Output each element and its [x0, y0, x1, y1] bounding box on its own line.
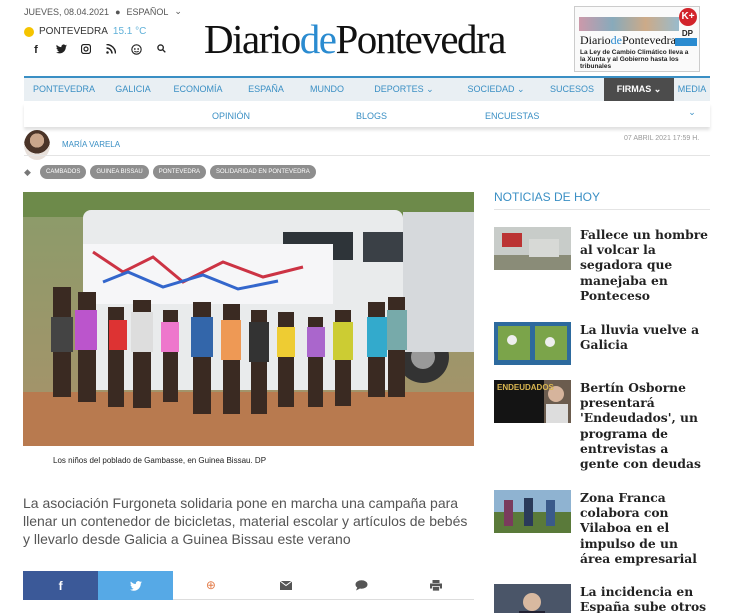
news-thumbnail[interactable] [494, 322, 571, 365]
logo-text-diario: Diario [204, 16, 301, 62]
share-facebook-button[interactable]: f [23, 571, 99, 600]
nav-pontevedra[interactable]: PONTEVEDRA [24, 78, 104, 101]
tag-solidaridad[interactable]: SOLIDARIDAD EN PONTEVEDRA [210, 165, 316, 179]
news-title[interactable]: Zona Franca colabora con Vilaboa en el i… [580, 490, 710, 566]
cover-dp-strip [675, 38, 697, 46]
news-thumbnail[interactable] [494, 227, 571, 270]
cover-dp-label: DP [681, 29, 693, 38]
divider [24, 155, 710, 156]
tag-guinea-bissau[interactable]: GUINEA BISSAU [90, 165, 149, 179]
nav-deportes[interactable]: DEPORTES ⌄ [356, 78, 452, 101]
tag-list: ◆ CAMBADOS GUINEA BISSAU PONTEVEDRA SOLI… [24, 165, 316, 179]
nav-galicia[interactable]: GALICIA [104, 78, 162, 101]
tag-cambados[interactable]: CAMBADOS [40, 165, 87, 179]
news-title[interactable]: Fallece un hombre al volcar la segadora … [580, 227, 710, 303]
site-logo[interactable]: DiariodePontevedra [204, 15, 506, 63]
nav-espana[interactable]: ESPAÑA [234, 78, 298, 101]
news-item[interactable]: La incidencia en España sube otros [494, 584, 710, 613]
thumbnail-caption: ENDEUDADOS [497, 383, 554, 392]
comment-icon [355, 579, 368, 590]
cover-thumbnails [579, 17, 679, 31]
main-nav: PONTEVEDRA GALICIA ECONOMÍA ESPAÑA MUNDO… [24, 76, 710, 117]
photo-caption: Los niños del poblado de Gambasse, en Gu… [53, 456, 267, 465]
comments-button[interactable] [323, 571, 399, 600]
news-title[interactable]: Bertín Osborne presentará 'Endeudados', … [580, 380, 710, 471]
share-twitter-button[interactable] [98, 571, 174, 600]
nav-media[interactable]: MEDIA ⌄ [674, 78, 710, 117]
news-item[interactable]: ENDEUDADOS Bertín Osborne presentará 'En… [494, 380, 710, 471]
sun-icon [24, 26, 34, 37]
newspaper-cover[interactable]: DiariodePontevedra La Ley de Cambio Clim… [574, 6, 700, 72]
nav-economia[interactable]: ECONOMÍA [162, 78, 234, 101]
weather-temp: 15.1 °C [112, 26, 147, 37]
cover-headline: La Ley de Cambio Climático lleva a la Xu… [580, 49, 689, 70]
nav-mundo[interactable]: MUNDO [298, 78, 356, 101]
subnav-opinion[interactable]: OPINIÓN [212, 111, 250, 121]
search-icon[interactable] [155, 44, 167, 58]
facebook-icon: f [58, 578, 63, 593]
weather-widget: PONTEVEDRA 15.1 °C [24, 26, 146, 37]
mail-icon [280, 580, 293, 590]
tag-pontevedra[interactable]: PONTEVEDRA [152, 165, 207, 179]
print-button[interactable] [398, 571, 475, 600]
logo-text-pontevedra: Pontevedra [335, 16, 506, 62]
news-title[interactable]: La incidencia en España sube otros [580, 584, 710, 613]
weather-city: PONTEVEDRA [39, 26, 108, 37]
sidebar-title: NOTICIAS DE HOY [494, 190, 601, 204]
subnav-encuestas[interactable]: ENCUESTAS [485, 111, 539, 121]
news-title[interactable]: La lluvia vuelve a Galicia [580, 322, 710, 352]
article-lead: La asociación Furgoneta solidaria pone e… [23, 495, 468, 547]
meneame-icon: ⊕ [205, 578, 216, 592]
cover-title: DiariodePontevedra [580, 33, 676, 47]
share-meneame-button[interactable]: ⊕ [173, 571, 249, 600]
print-icon [430, 579, 443, 591]
article-photo [23, 192, 474, 446]
rss-icon[interactable] [105, 43, 117, 58]
social-links: f [30, 43, 167, 58]
tag-icon: ◆ [24, 166, 31, 177]
sub-nav: OPINIÓN BLOGS ENCUESTAS [24, 103, 710, 127]
news-thumbnail[interactable]: ENDEUDADOS [494, 380, 571, 423]
news-thumbnail[interactable] [494, 490, 571, 533]
twitter-icon[interactable] [55, 44, 67, 58]
twitter-icon [129, 580, 142, 591]
news-item[interactable]: Zona Franca colabora con Vilaboa en el i… [494, 490, 710, 566]
news-item[interactable]: La lluvia vuelve a Galicia [494, 322, 710, 365]
chevron-down-icon[interactable]: ⌄ [174, 6, 182, 17]
news-item[interactable]: Fallece un hombre al volcar la segadora … [494, 227, 710, 303]
author-name[interactable]: MARÍA VARELA [62, 140, 120, 149]
share-bar: f ⊕ [23, 571, 475, 600]
language-selector[interactable]: ESPAÑOL [127, 7, 169, 17]
share-email-button[interactable] [248, 571, 324, 600]
publish-date: 07 ABRIL 2021 17:59 H. [624, 135, 700, 142]
news-thumbnail[interactable] [494, 584, 571, 613]
subnav-blogs[interactable]: BLOGS [356, 111, 387, 121]
nav-firmas[interactable]: FIRMAS ⌄ [604, 78, 674, 101]
children-van-photo [23, 192, 474, 446]
facebook-icon[interactable]: f [30, 44, 42, 58]
top-bar: JUEVES, 08.04.2021 ● ESPAÑOL ⌄ [24, 6, 182, 17]
logo-text-de: de [299, 16, 337, 62]
nav-sociedad[interactable]: SOCIEDAD ⌄ [452, 78, 540, 101]
instagram-icon[interactable] [80, 43, 92, 58]
sidebar-divider [494, 209, 710, 210]
nav-sucesos[interactable]: SUCESOS [540, 78, 604, 101]
tiktok-icon[interactable] [130, 44, 142, 58]
globe-icon: ● [115, 6, 121, 17]
current-date: JUEVES, 08.04.2021 [24, 6, 110, 17]
kiosko-badge[interactable]: K+ [679, 8, 697, 26]
